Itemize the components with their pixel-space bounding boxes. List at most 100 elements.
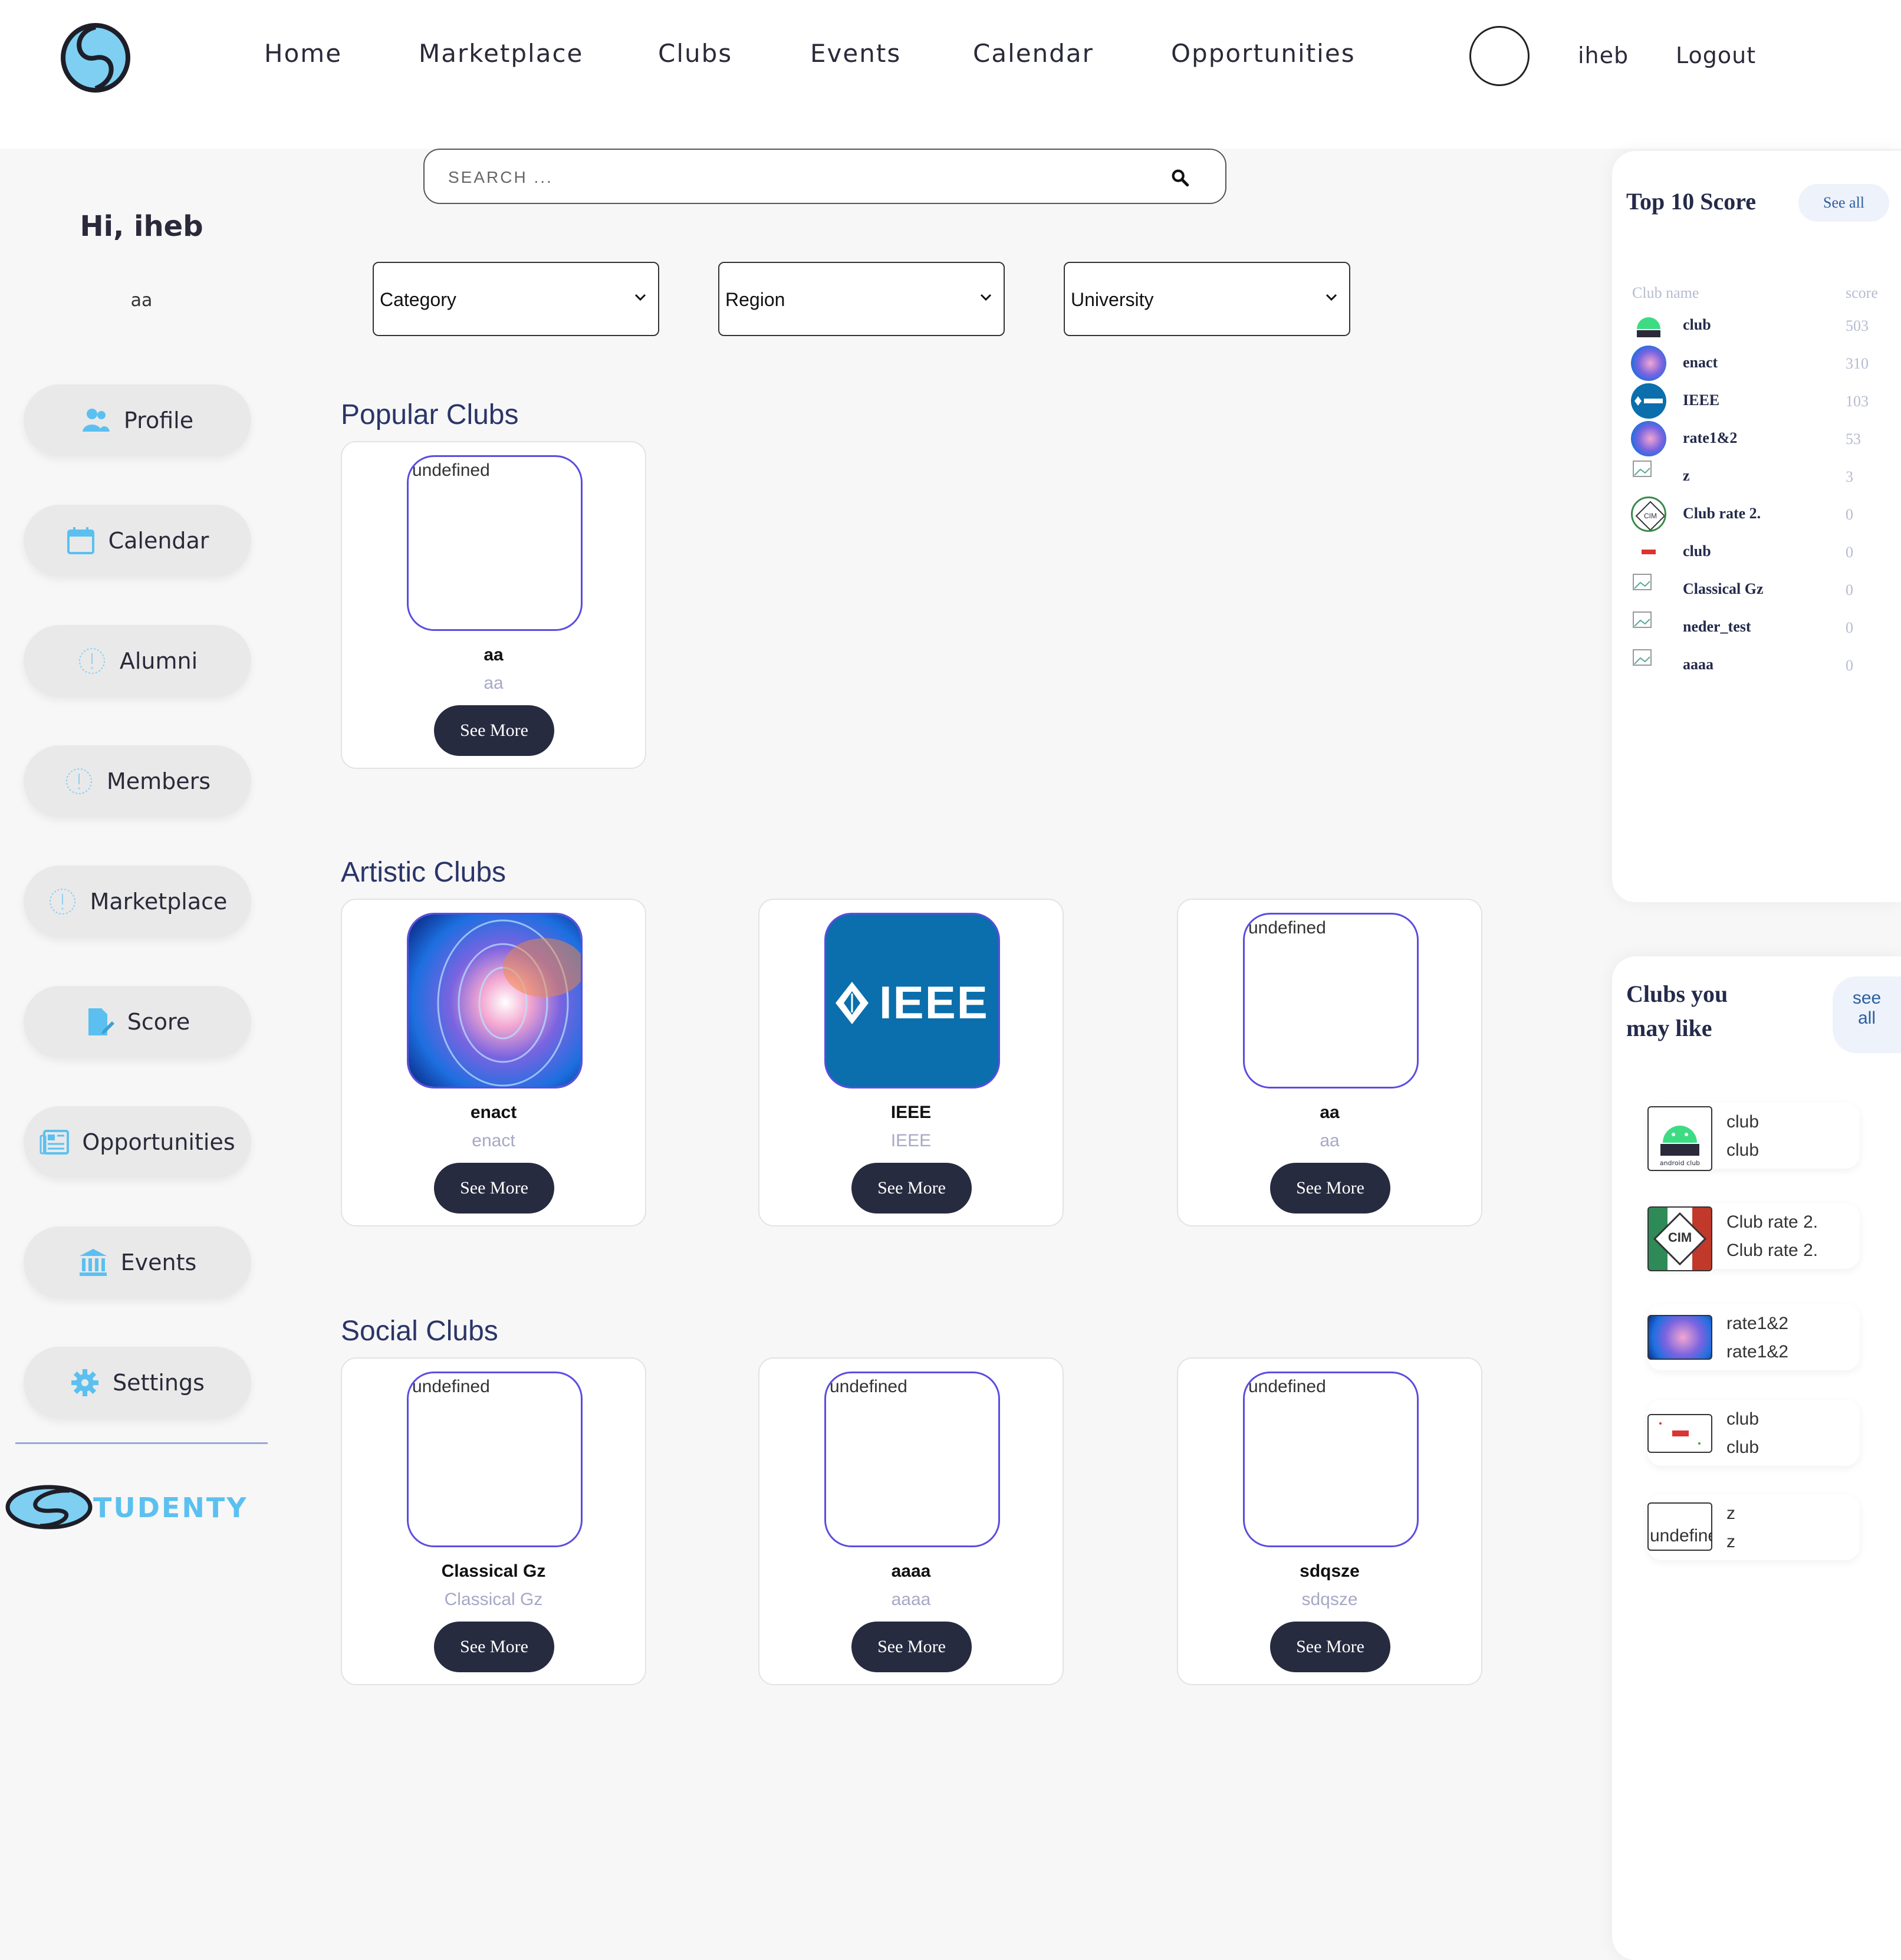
section-title-artistic: Artistic Clubs: [341, 857, 507, 888]
score-club-name: neder_test: [1683, 618, 1751, 635]
score-row[interactable]: rate1&2 53: [1612, 421, 1901, 456]
score-row[interactable]: IEEE 103: [1612, 383, 1901, 419]
suggested-club-name: z: [1726, 1504, 1735, 1523]
suggested-club-row[interactable]: android club club club: [1647, 1103, 1860, 1171]
club-image-broken: undefined: [1647, 1502, 1712, 1551]
sidebar-item-calendar[interactable]: Calendar: [24, 505, 251, 577]
studenty-brand-logo: TUDENTY: [5, 1484, 264, 1531]
club-image: undefined: [407, 455, 583, 631]
sidebar-item-members[interactable]: Members: [24, 745, 251, 817]
section-title-social: Social Clubs: [341, 1316, 498, 1347]
sidebar-item-label: Calendar: [108, 528, 209, 554]
user-avatar[interactable]: [1469, 26, 1530, 86]
clubs-like-see-all[interactable]: see all: [1833, 976, 1901, 1053]
score-row[interactable]: club 503: [1612, 308, 1901, 343]
score-club-name: aaaa: [1683, 656, 1713, 673]
chevron-down-icon: [1326, 294, 1337, 301]
broken-image-alt: undefined: [1248, 1377, 1326, 1396]
logout-link[interactable]: Logout: [1676, 42, 1756, 68]
chevron-down-icon: [980, 294, 992, 301]
score-row[interactable]: enact 310: [1612, 346, 1901, 381]
sidebar-item-settings[interactable]: Settings: [24, 1347, 251, 1419]
score-club-name: Classical Gz: [1683, 580, 1764, 597]
col-header-club-name: Club name: [1632, 284, 1699, 301]
broken-image-alt: undefined: [1650, 1526, 1711, 1545]
sidebar-item-label: Marketplace: [90, 889, 228, 915]
see-more-button[interactable]: See More: [434, 1622, 554, 1672]
see-more-button[interactable]: See More: [1270, 1622, 1390, 1672]
ieee-diamond-icon: [836, 982, 869, 1024]
club-subtitle: aa: [1320, 1131, 1340, 1150]
suggested-club-subtitle: club: [1726, 1438, 1759, 1457]
score-row[interactable]: CIM Club rate 2. 0: [1612, 496, 1901, 532]
score-row[interactable]: Classical Gz 0: [1612, 572, 1901, 607]
see-all-line1: see: [1852, 988, 1882, 1008]
see-more-button[interactable]: See More: [434, 705, 554, 756]
broken-image-alt: undefined: [412, 1377, 490, 1396]
see-more-button[interactable]: See More: [434, 1163, 554, 1214]
club-logo-enact: [1631, 346, 1666, 381]
score-value: 0: [1846, 544, 1853, 561]
broken-image-icon: [1631, 459, 1666, 494]
score-row[interactable]: neder_test 0: [1612, 610, 1901, 645]
sidebar-item-profile[interactable]: Profile: [24, 384, 251, 456]
club-card: enact enact See More: [341, 899, 646, 1226]
sidebar-item-marketplace[interactable]: Marketplace: [24, 866, 251, 938]
sidebar-item-opportunities[interactable]: Opportunities: [24, 1106, 251, 1178]
broken-image-icon: [1631, 572, 1666, 607]
see-more-button[interactable]: See More: [851, 1622, 972, 1672]
sidebar-item-label: Opportunities: [82, 1129, 235, 1155]
club-card: undefined aa aa See More: [341, 441, 646, 769]
university-select[interactable]: University: [1064, 262, 1350, 336]
club-logo-rate: [1647, 1315, 1712, 1360]
sidebar-divider: [15, 1442, 268, 1444]
brand-s-icon: [5, 1485, 93, 1530]
nav-calendar[interactable]: Calendar: [973, 39, 1094, 68]
search-input[interactable]: [448, 163, 1144, 192]
user-name[interactable]: iheb: [1578, 42, 1629, 68]
club-card: undefined aa aa See More: [1177, 899, 1482, 1226]
club-name: aa: [1320, 1103, 1340, 1122]
sidebar-item-score[interactable]: Score: [24, 986, 251, 1058]
score-row[interactable]: club 0: [1612, 534, 1901, 570]
nav-home[interactable]: Home: [264, 39, 342, 68]
suggested-club-row[interactable]: undefined z z: [1647, 1494, 1860, 1560]
score-row[interactable]: aaaa 0: [1612, 647, 1901, 683]
search-icon[interactable]: [1170, 167, 1190, 188]
see-more-button[interactable]: See More: [1270, 1163, 1390, 1214]
nav-clubs[interactable]: Clubs: [658, 39, 732, 68]
score-value: 503: [1846, 317, 1869, 334]
android-club-logo-text: android club: [1660, 1159, 1700, 1167]
nav-events[interactable]: Events: [810, 39, 901, 68]
see-more-button[interactable]: See More: [851, 1163, 972, 1214]
suggested-club-name: Club rate 2.: [1726, 1212, 1818, 1232]
top-score-see-all[interactable]: See all: [1798, 184, 1889, 222]
top-score-title: Top 10 Score: [1626, 188, 1757, 215]
score-club-name: Club rate 2.: [1683, 505, 1761, 522]
app-logo-icon[interactable]: [59, 21, 132, 94]
sidebar-item-alumni[interactable]: Alumni: [24, 625, 251, 697]
club-subtitle: aa: [484, 673, 504, 693]
suggested-club-row[interactable]: club club: [1647, 1400, 1860, 1466]
nav-opportunities[interactable]: Opportunities: [1171, 39, 1356, 68]
suggested-club-row[interactable]: CIM Club rate 2. Club rate 2.: [1647, 1203, 1860, 1271]
sidebar-item-events[interactable]: Events: [24, 1226, 251, 1298]
users-icon: [82, 409, 110, 432]
col-header-score: score: [1846, 284, 1878, 301]
nav-marketplace[interactable]: Marketplace: [419, 39, 583, 68]
broken-image-icon: [1631, 610, 1666, 645]
club-logo-rate: [1631, 421, 1666, 456]
suggested-club-row[interactable]: rate1&2 rate1&2: [1647, 1304, 1860, 1370]
category-select[interactable]: Category: [373, 262, 659, 336]
club-image: [407, 913, 583, 1088]
enact-logo-image: [409, 915, 581, 1087]
club-name: enact: [470, 1103, 517, 1122]
club-image: undefined: [1243, 913, 1419, 1088]
score-row[interactable]: z 3: [1612, 459, 1901, 494]
calendar-icon: [67, 527, 94, 554]
club-subtitle: Classical Gz: [444, 1590, 543, 1609]
search-bar: [423, 149, 1226, 204]
club-card: undefined Classical Gz Classical Gz See …: [341, 1357, 646, 1685]
region-select[interactable]: Region: [718, 262, 1005, 336]
score-value: 0: [1846, 506, 1853, 523]
